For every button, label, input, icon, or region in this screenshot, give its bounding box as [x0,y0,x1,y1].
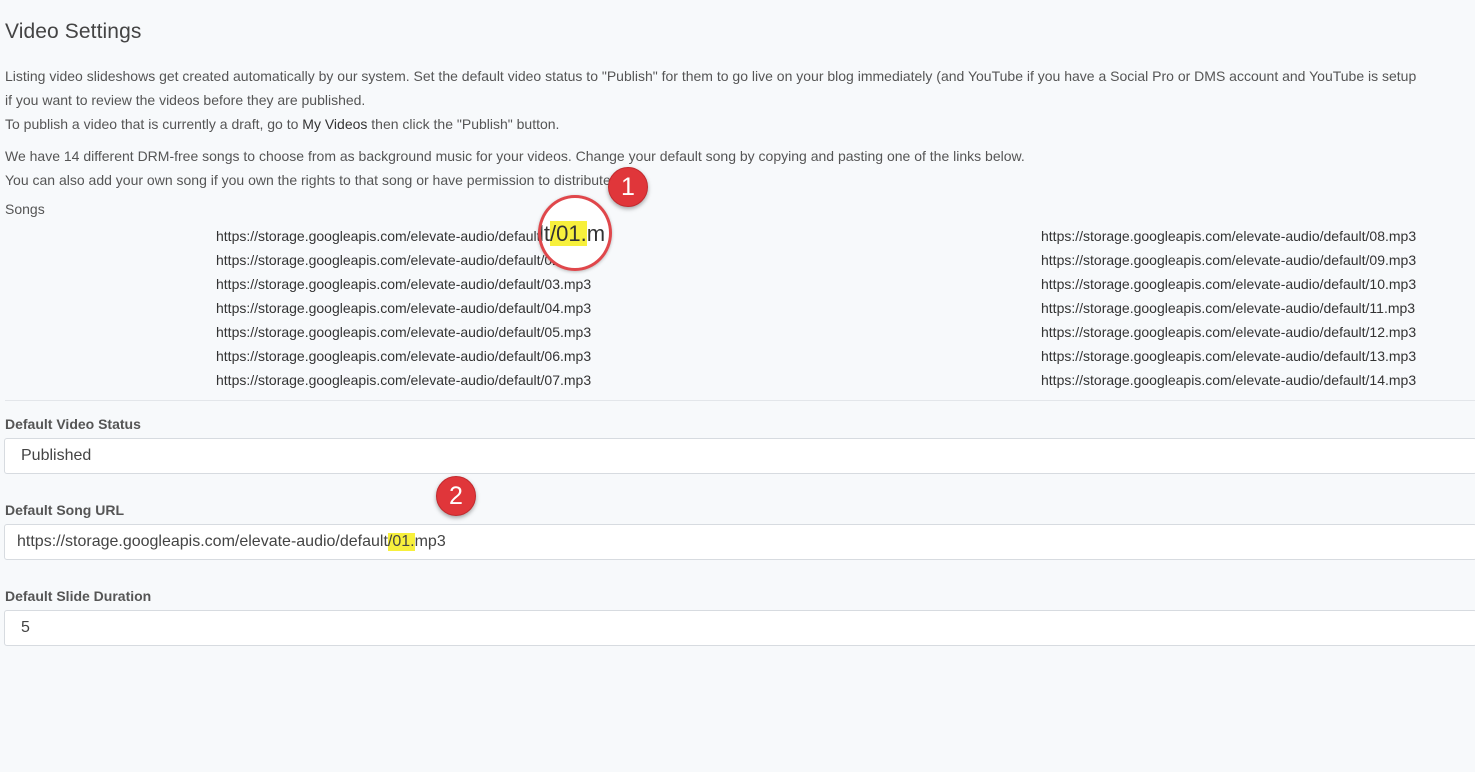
song-url-value-highlight: /01. [387,533,415,551]
song-url-item: https://storage.googleapis.com/elevate-a… [216,228,592,244]
song-url-item: https://storage.googleapis.com/elevate-a… [1041,372,1417,388]
zoom-suffix: m [586,221,606,246]
song-url-item: https://storage.googleapis.com/elevate-a… [1041,324,1417,340]
intro-line-3-prefix: To publish a video that is currently a d… [5,116,303,132]
page-title: Video Settings [5,20,142,43]
zoom-prefix: lt [539,221,550,246]
song-url-item: https://storage.googleapis.com/elevate-a… [216,324,592,340]
music-info-line-2: You can also add your own song if you ow… [5,172,626,188]
intro-line-3-suffix: then click the "Publish" button. [367,116,560,132]
music-info-text: We have 14 different DRM-free songs to c… [5,144,1025,192]
section-divider [5,400,1475,401]
zoom-callout-text: lt/01.m [539,220,606,248]
default-slide-duration-input[interactable]: 5 [4,610,1475,646]
song-url-item: https://storage.googleapis.com/elevate-a… [216,252,592,268]
annotation-badge-1: 1 [608,167,648,207]
song-url-item: https://storage.googleapis.com/elevate-a… [216,276,592,292]
song-url-item: https://storage.googleapis.com/elevate-a… [1041,300,1416,316]
zoom-highlight: /01. [550,221,587,246]
default-song-url-label: Default Song URL [5,502,124,518]
zoom-callout-circle: lt/01.m [538,195,612,271]
songs-label: Songs [5,201,45,217]
song-url-value-prefix: https://storage.googleapis.com/elevate-a… [17,533,388,550]
song-url-item: https://storage.googleapis.com/elevate-a… [1041,348,1417,364]
songs-list-column-a: https://storage.googleapis.com/elevate-a… [216,224,591,392]
default-slide-duration-label: Default Slide Duration [5,588,152,604]
intro-line-3: To publish a video that is currently a d… [5,112,1416,136]
intro-line-2: if you want to review the videos before … [5,92,366,108]
song-url-item: https://storage.googleapis.com/elevate-a… [1041,252,1417,268]
default-video-status-select[interactable]: Published [4,438,1475,474]
songs-list-column-b: https://storage.googleapis.com/elevate-a… [1041,224,1416,392]
song-url-item: https://storage.googleapis.com/elevate-a… [1041,228,1417,244]
song-url-item: https://storage.googleapis.com/elevate-a… [1041,276,1417,292]
intro-line-1: Listing video slideshows get created aut… [5,68,1417,84]
annotation-badge-2: 2 [436,476,476,516]
default-video-status-value: Published [21,447,92,464]
intro-text: Listing video slideshows get created aut… [5,64,1416,136]
song-url-item: https://storage.googleapis.com/elevate-a… [216,348,592,364]
default-song-url-input[interactable]: https://storage.googleapis.com/elevate-a… [4,524,1475,560]
default-video-status-label: Default Video Status [5,416,141,432]
my-videos-link[interactable]: My Videos [302,116,367,132]
song-url-value-suffix: mp3 [414,533,446,550]
song-url-item: https://storage.googleapis.com/elevate-a… [216,372,592,388]
music-info-line-1: We have 14 different DRM-free songs to c… [5,148,1025,164]
song-url-item: https://storage.googleapis.com/elevate-a… [216,300,592,316]
default-slide-duration-value: 5 [21,619,30,636]
